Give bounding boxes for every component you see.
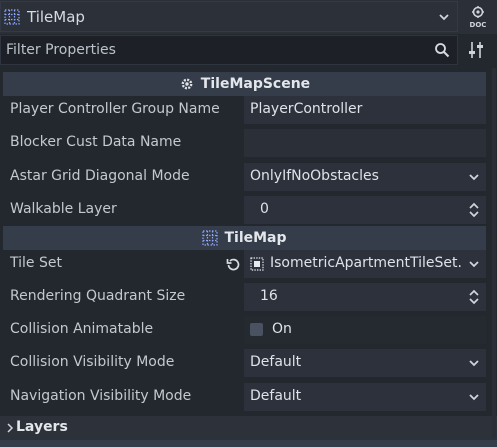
collision-animatable-checkbox[interactable]: On — [244, 316, 486, 344]
layers-group-header[interactable]: Layers — [0, 416, 497, 440]
tileset-icon — [250, 257, 264, 271]
tilemap-grid-icon — [202, 230, 219, 246]
script-gear-icon — [181, 78, 193, 90]
property-label: Walkable Layer — [10, 201, 117, 217]
property-row-navigation-visibility-mode: Navigation Visibility Mode Default — [0, 381, 497, 413]
property-label: Player Controller Group Name — [10, 101, 220, 117]
chevron-down-icon — [469, 360, 479, 367]
inspector-scrollbar[interactable] — [492, 68, 496, 438]
chevron-down-icon — [439, 14, 449, 21]
property-row-player-controller-group-name: Player Controller Group Name PlayerContr… — [0, 94, 497, 126]
property-value: 16 — [260, 288, 278, 304]
revert-icon[interactable] — [226, 257, 240, 271]
property-row-walkable-layer: Walkable Layer 0 — [0, 194, 497, 226]
property-row-astar-grid-diagonal-mode: Astar Grid Diagonal Mode OnlyIfNoObstacl… — [0, 161, 497, 193]
walkable-layer-spinbox[interactable]: 0 — [244, 196, 486, 224]
property-value: PlayerController — [250, 101, 363, 117]
section-header-tilemapscene: TileMapScene — [3, 72, 486, 96]
property-label: Collision Visibility Mode — [10, 354, 175, 370]
property-value: On — [272, 321, 292, 337]
chevron-down-icon — [469, 174, 479, 181]
property-label: Collision Animatable — [10, 321, 154, 337]
spin-arrows-icon[interactable] — [468, 201, 480, 219]
layers-group-label: Layers — [16, 419, 68, 435]
doc-icon[interactable]: DOC — [464, 4, 492, 30]
player-controller-group-name-field[interactable]: PlayerController — [244, 96, 486, 124]
property-value: IsometricApartmentTileSet. — [270, 255, 462, 271]
section-title-tilemap: TileMap — [224, 230, 287, 246]
property-label: Rendering Quadrant Size — [10, 288, 186, 304]
object-class-name: TileMap — [27, 8, 85, 26]
navigation-visibility-mode-dropdown[interactable]: Default — [244, 383, 486, 411]
property-value: 0 — [260, 201, 269, 217]
property-row-blocker-cust-data-name: Blocker Cust Data Name — [0, 127, 497, 159]
property-value: Default — [250, 388, 302, 404]
blocker-cust-data-name-field[interactable] — [244, 129, 486, 157]
checkbox-unchecked-icon[interactable] — [250, 323, 263, 336]
filter-properties-input[interactable] — [0, 35, 458, 65]
section-title-tilemapscene: TileMapScene — [200, 76, 311, 92]
inspector-top-bar: TileMap DOC — [0, 0, 497, 34]
property-row-tile-set: Tile Set IsometricApartmentTileSet. — [0, 248, 497, 280]
next-section-header — [0, 440, 497, 447]
property-label: Navigation Visibility Mode — [10, 388, 192, 404]
property-value: Default — [250, 354, 302, 370]
section-header-tilemap: TileMap — [3, 226, 486, 250]
property-value: OnlyIfNoObstacles — [250, 168, 379, 184]
filter-bar — [0, 35, 497, 65]
property-row-collision-animatable: Collision Animatable On — [0, 314, 497, 346]
property-tools-icon[interactable] — [466, 40, 486, 60]
astar-grid-diagonal-mode-dropdown[interactable]: OnlyIfNoObstacles — [244, 163, 486, 191]
svg-text:DOC: DOC — [470, 21, 487, 29]
property-label: Tile Set — [10, 255, 62, 271]
rendering-quadrant-size-spinbox[interactable]: 16 — [244, 283, 486, 311]
spin-arrows-icon[interactable] — [468, 288, 480, 306]
chevron-right-icon — [7, 423, 14, 433]
property-row-rendering-quadrant-size: Rendering Quadrant Size 16 — [0, 281, 497, 313]
property-label: Blocker Cust Data Name — [10, 134, 182, 150]
collision-visibility-mode-dropdown[interactable]: Default — [244, 349, 486, 377]
chevron-down-icon[interactable] — [467, 257, 481, 271]
property-row-collision-visibility-mode: Collision Visibility Mode Default — [0, 347, 497, 379]
object-class-selector[interactable]: TileMap — [0, 1, 458, 32]
search-icon — [435, 43, 450, 58]
tile-set-resource-picker[interactable]: IsometricApartmentTileSet. — [244, 250, 486, 278]
property-label: Astar Grid Diagonal Mode — [10, 168, 190, 184]
chevron-down-icon — [469, 394, 479, 401]
tilemap-grid-icon — [4, 9, 20, 25]
